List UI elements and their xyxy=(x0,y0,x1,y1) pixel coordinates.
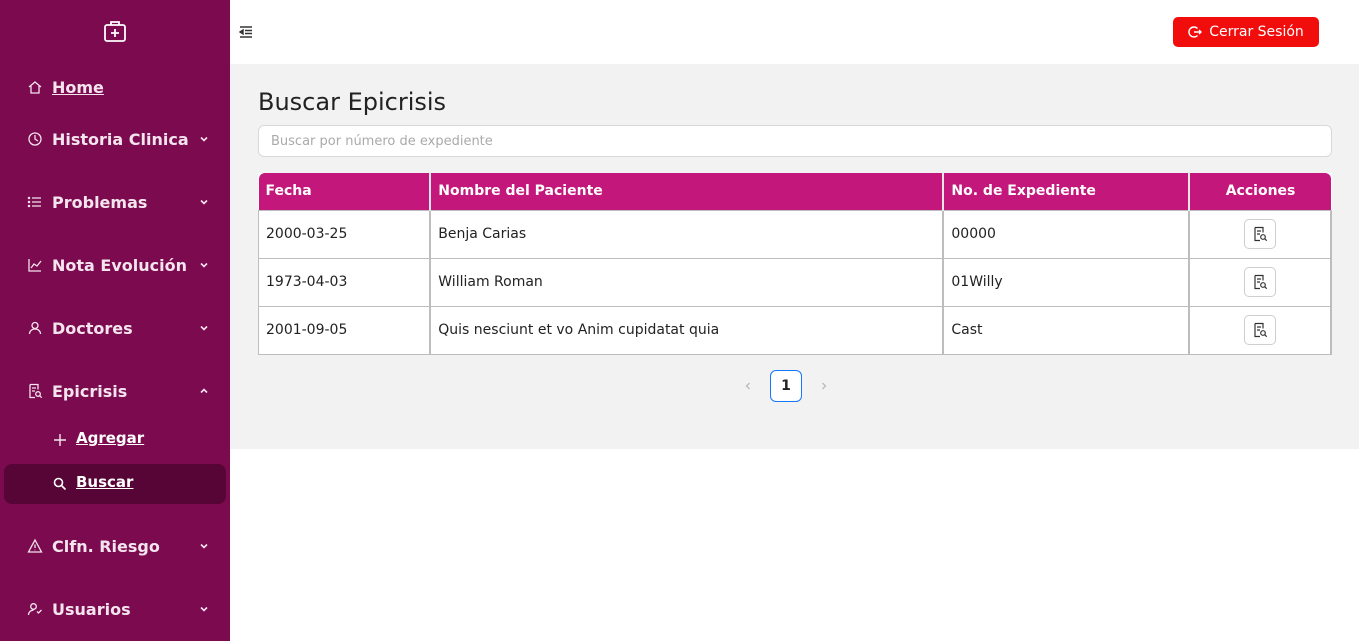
user-icon xyxy=(28,321,42,335)
next-page-button[interactable] xyxy=(816,378,832,394)
page-number-button[interactable]: 1 xyxy=(770,370,802,402)
file-search-icon xyxy=(1254,274,1268,290)
epicrisis-table: Fecha Nombre del Paciente No. de Expedie… xyxy=(258,173,1332,355)
table-row: 2000-03-25 Benja Carias 00000 xyxy=(258,209,1332,259)
column-header-nombre[interactable]: Nombre del Paciente xyxy=(430,173,945,210)
file-search-icon xyxy=(29,383,43,399)
view-epicrisis-button[interactable] xyxy=(1244,315,1277,345)
cell-acciones xyxy=(1188,209,1332,259)
cell-fecha: 1973-04-03 xyxy=(258,257,432,307)
sidebar-subitem-agregar[interactable]: Agregar xyxy=(4,420,226,460)
sidebar: Home Historia Clinica Problemas Nota Evo… xyxy=(0,0,230,641)
cell-acciones xyxy=(1188,305,1332,355)
cell-expediente: Cast xyxy=(942,305,1191,355)
users-icon xyxy=(27,603,42,616)
cell-fecha: 2000-03-25 xyxy=(258,209,432,259)
pagination: 1 xyxy=(740,370,832,402)
main-content: Buscar Epicrisis Fecha Nombre del Pacien… xyxy=(230,64,1359,449)
sidebar-item-clfn-riesgo[interactable]: Clfn. Riesgo xyxy=(0,526,230,566)
sidebar-item-label: Nota Evolución xyxy=(52,255,187,275)
chevron-down-icon xyxy=(200,543,208,549)
line-chart-icon xyxy=(28,259,42,272)
history-icon xyxy=(28,132,42,146)
sidebar-item-label: Clfn. Riesgo xyxy=(52,536,160,556)
sidebar-item-label: Home xyxy=(52,77,104,97)
column-header-fecha[interactable]: Fecha xyxy=(258,173,432,210)
cell-expediente: 00000 xyxy=(942,209,1191,259)
cell-expediente: 01Willy xyxy=(942,257,1191,307)
chevron-down-icon xyxy=(200,136,208,142)
file-search-icon xyxy=(1254,322,1268,338)
chevron-down-icon xyxy=(200,262,208,268)
table-header-row: Fecha Nombre del Paciente No. de Expedie… xyxy=(258,173,1331,210)
menu-fold-icon[interactable] xyxy=(238,24,254,40)
column-header-acciones: Acciones xyxy=(1189,173,1331,210)
sidebar-subitem-buscar[interactable]: Buscar xyxy=(4,464,226,504)
topbar: Cerrar Sesión xyxy=(230,0,1359,64)
sidebar-item-nota-evolucion[interactable]: Nota Evolución xyxy=(0,245,230,285)
view-epicrisis-button[interactable] xyxy=(1244,219,1277,249)
sidebar-item-label: Doctores xyxy=(52,318,133,338)
logout-button[interactable]: Cerrar Sesión xyxy=(1173,17,1319,47)
medical-case-icon[interactable] xyxy=(102,18,128,44)
logout-label: Cerrar Sesión xyxy=(1209,24,1304,40)
logout-icon xyxy=(1188,26,1203,38)
sidebar-subitem-label: Agregar xyxy=(76,429,145,447)
chevron-left-icon xyxy=(745,382,750,390)
page-title: Buscar Epicrisis xyxy=(258,88,447,116)
sidebar-item-label: Problemas xyxy=(52,192,148,212)
warning-icon xyxy=(27,538,43,553)
chevron-down-icon xyxy=(200,325,208,331)
cell-nombre: Benja Carias xyxy=(429,209,945,259)
sidebar-item-usuarios[interactable]: Usuarios xyxy=(0,589,230,629)
table-row: 1973-04-03 William Roman 01Willy xyxy=(258,257,1332,307)
prev-page-button[interactable] xyxy=(740,378,756,394)
home-icon xyxy=(28,81,42,94)
sidebar-item-home[interactable]: Home xyxy=(0,67,230,107)
sidebar-item-label: Historia Clinica xyxy=(52,129,189,149)
file-search-icon xyxy=(1254,226,1268,242)
search-icon xyxy=(53,477,67,491)
chevron-up-icon xyxy=(200,388,208,394)
sidebar-item-label: Epicrisis xyxy=(52,381,128,401)
column-header-expediente[interactable]: No. de Expediente xyxy=(943,173,1191,210)
cell-acciones xyxy=(1188,257,1332,307)
chevron-right-icon xyxy=(822,382,827,390)
sidebar-item-label: Usuarios xyxy=(52,599,131,619)
list-icon xyxy=(27,196,41,208)
sidebar-item-historia-clinica[interactable]: Historia Clinica xyxy=(0,119,230,159)
cell-nombre: Quis nesciunt et vo Anim cupidatat quia xyxy=(429,305,945,355)
search-input[interactable] xyxy=(258,125,1332,157)
chevron-down-icon xyxy=(200,606,208,612)
sidebar-item-epicrisis[interactable]: Epicrisis xyxy=(0,371,230,411)
sidebar-item-doctores[interactable]: Doctores xyxy=(0,308,230,348)
chevron-down-icon xyxy=(200,199,208,205)
sidebar-subitem-label: Buscar xyxy=(76,473,134,491)
cell-fecha: 2001-09-05 xyxy=(258,305,432,355)
table-row: 2001-09-05 Quis nesciunt et vo Anim cupi… xyxy=(258,305,1332,355)
cell-nombre: William Roman xyxy=(429,257,945,307)
sidebar-item-problemas[interactable]: Problemas xyxy=(0,182,230,222)
plus-icon xyxy=(54,434,66,446)
view-epicrisis-button[interactable] xyxy=(1244,267,1277,297)
